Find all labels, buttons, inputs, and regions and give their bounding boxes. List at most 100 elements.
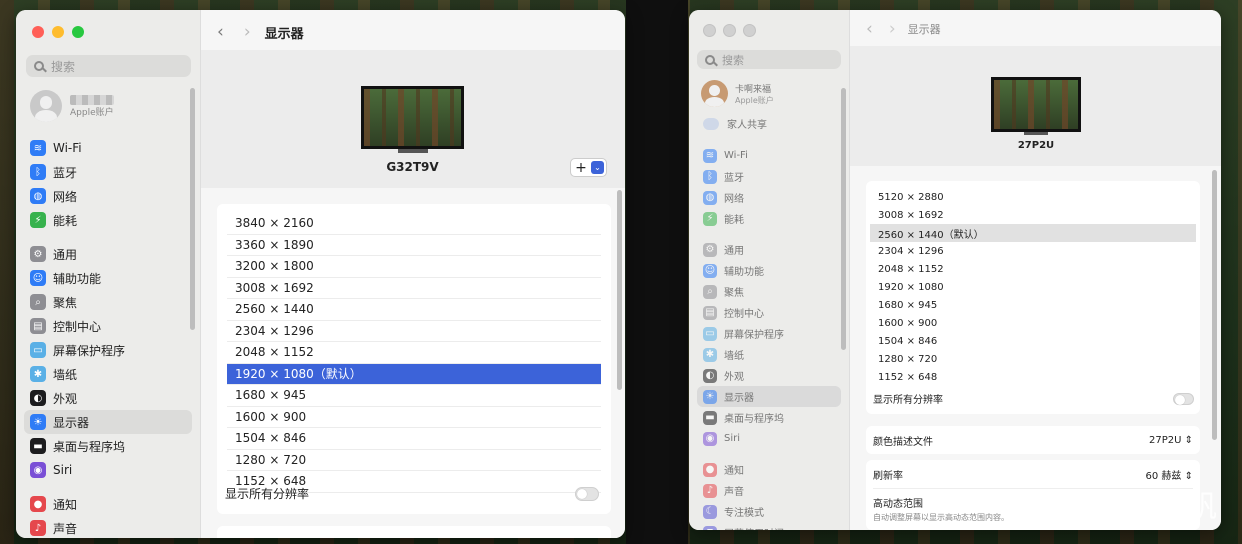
resolution-option[interactable]: 2304 × 1296	[227, 321, 601, 342]
resolution-option[interactable]: 5120 × 2880	[870, 188, 1196, 206]
zoom-button[interactable]	[72, 26, 84, 38]
sidebar-item-notifications[interactable]: ● 通知	[24, 492, 192, 516]
sidebar-item-bluetooth[interactable]: ᛒ 蓝牙	[697, 166, 841, 187]
sidebar-item-control-center[interactable]: ▤ 控制中心	[24, 314, 192, 338]
sidebar-item-sound[interactable]: ♪ 声音	[697, 480, 841, 501]
resolution-option[interactable]: 1920 × 1080（默认）	[227, 363, 601, 385]
resolution-option[interactable]: 2560 × 1440（默认）	[870, 224, 1196, 242]
resolution-option[interactable]: 3008 × 1692	[227, 278, 601, 299]
sidebar-item-battery[interactable]: ⚡ 能耗	[24, 208, 192, 232]
sidebar-item-accessibility[interactable]: ☺ 辅助功能	[697, 260, 841, 281]
forward-chevron-icon[interactable]: ›	[889, 19, 896, 39]
sidebar-item-gear[interactable]: ⚙ 通用	[24, 242, 192, 266]
show-all-toggle[interactable]	[575, 486, 599, 501]
display-thumbnail[interactable]	[991, 77, 1081, 135]
refresh-rate-label: 刷新率	[873, 470, 903, 482]
account-name: ████	[70, 94, 114, 105]
sidebar-scrollbar[interactable]	[841, 88, 846, 350]
chevron-down-icon[interactable]: ⌄	[591, 161, 604, 174]
show-all-toggle[interactable]	[1173, 392, 1194, 405]
sidebar-item-globe[interactable]: ◍ 网络	[24, 184, 192, 208]
minimize-button[interactable]	[723, 24, 736, 37]
back-chevron-icon[interactable]: ‹	[217, 22, 224, 42]
sidebar-scrollbar[interactable]	[190, 88, 195, 330]
wallpaper-icon: ✱	[703, 347, 717, 362]
close-button[interactable]	[703, 24, 716, 37]
search-input[interactable]: 搜索	[51, 58, 75, 75]
resolution-option[interactable]: 2304 × 1296	[870, 242, 1196, 260]
sidebar-item-spotlight[interactable]: ⌕ 聚焦	[697, 281, 841, 302]
minimize-button[interactable]	[52, 26, 64, 38]
sidebar-item-globe[interactable]: ◍ 网络	[697, 187, 841, 208]
close-button[interactable]	[32, 26, 44, 38]
resolution-option[interactable]: 1504 × 846	[870, 332, 1196, 350]
resolution-option[interactable]: 1600 × 900	[227, 407, 601, 428]
sidebar-item-siri[interactable]: ◉ Siri	[697, 428, 841, 449]
sidebar-item-dock[interactable]: ▬ 桌面与程序坞	[24, 434, 192, 458]
sidebar-item-label: 屏幕使用时间	[724, 525, 784, 530]
resolution-option[interactable]: 1920 × 1080	[870, 278, 1196, 296]
resolution-option[interactable]: 3200 × 1800	[227, 256, 601, 278]
sidebar-item-appearance[interactable]: ◐ 外观	[24, 386, 192, 410]
dock-icon: ▬	[30, 438, 46, 454]
resolution-option[interactable]: 1152 × 648	[870, 368, 1196, 386]
display-thumbnail[interactable]	[361, 86, 464, 153]
resolution-option[interactable]: 2048 × 1152	[870, 260, 1196, 278]
resolution-option[interactable]: 1504 × 846	[227, 428, 601, 450]
main-scrollbar[interactable]	[617, 190, 622, 390]
search-field[interactable]: 搜索	[26, 55, 191, 77]
resolution-list: 5120 × 2880 3008 × 1692 2560 × 1440（默认） 230…	[866, 181, 1200, 414]
sidebar-item-dock[interactable]: ▬ 桌面与程序坞	[697, 407, 841, 428]
add-display-control[interactable]: + ⌄	[570, 158, 607, 177]
refresh-rate-value[interactable]: 60 赫兹 ⇕	[1146, 467, 1193, 482]
sidebar-item-bluetooth[interactable]: ᛒ 蓝牙	[24, 160, 192, 184]
sidebar-item-sound[interactable]: ♪ 声音	[24, 516, 192, 538]
color-profile-row[interactable]: 颜色描述文件 27P2U ⇕	[866, 426, 1200, 454]
resolution-option[interactable]: 1680 × 945	[870, 296, 1196, 314]
sidebar-item-battery[interactable]: ⚡ 能耗	[697, 208, 841, 229]
resolution-option[interactable]: 1280 × 720	[870, 350, 1196, 368]
sidebar-item-wifi[interactable]: ≋ Wi-Fi	[24, 136, 192, 160]
sidebar-item-wifi[interactable]: ≋ Wi-Fi	[697, 145, 841, 166]
search-field[interactable]: 搜索	[697, 50, 841, 69]
sidebar-item-gear[interactable]: ⚙ 通用	[697, 239, 841, 260]
sidebar-item-display[interactable]: ☀ 显示器	[24, 410, 192, 434]
settings-window-right: 搜索 卡啊来福 Apple账户 家人共享 ≋ Wi-Fi ᛒ 蓝牙 ◍ 网络 ⚡ 能耗 ⚙ 通用 ☺…	[689, 10, 1221, 530]
resolution-option[interactable]: 3840 × 2160	[227, 213, 601, 235]
main-scrollbar[interactable]	[1212, 170, 1217, 440]
resolution-option[interactable]: 3360 × 1890	[227, 235, 601, 256]
resolution-option[interactable]: 1600 × 900	[870, 314, 1196, 332]
zoom-button[interactable]	[743, 24, 756, 37]
sidebar-item-display[interactable]: ☀ 显示器	[697, 386, 841, 407]
sidebar-item-siri[interactable]: ◉ Siri	[24, 458, 192, 482]
sidebar-item-control-center[interactable]: ▤ 控制中心	[697, 302, 841, 323]
resolution-option[interactable]: 3008 × 1692	[870, 206, 1196, 224]
resolution-option[interactable]: 1280 × 720	[227, 450, 601, 471]
color-profile-value[interactable]: 27P2U ⇕	[1149, 435, 1193, 446]
sidebar-item-accessibility[interactable]: ☺ 辅助功能	[24, 266, 192, 290]
sidebar-item-focus[interactable]: ☾ 专注模式	[697, 501, 841, 522]
sidebar-item-notifications[interactable]: ● 通知	[697, 459, 841, 480]
sidebar-item-screentime[interactable]: ⧗ 屏幕使用时间	[697, 522, 841, 530]
avatar	[701, 80, 728, 107]
forward-chevron-icon[interactable]: ›	[244, 22, 251, 42]
updown-chevron-icon: ⇕	[1184, 470, 1193, 482]
sidebar-item-appearance[interactable]: ◐ 外观	[697, 365, 841, 386]
apple-account[interactable]: 卡啊来福 Apple账户	[701, 80, 774, 107]
search-input[interactable]: 搜索	[722, 52, 744, 68]
resolution-option[interactable]: 2560 × 1440	[227, 299, 601, 321]
accessibility-icon: ☺	[30, 270, 46, 286]
add-display-button[interactable]: +	[571, 161, 591, 175]
sidebar-item-wallpaper[interactable]: ✱ 墙纸	[24, 362, 192, 386]
sidebar-item-wallpaper[interactable]: ✱ 墙纸	[697, 344, 841, 365]
sidebar-item-label: Siri	[53, 463, 73, 477]
sidebar-item-screensaver[interactable]: ▭ 屏幕保护程序	[697, 323, 841, 344]
resolution-option[interactable]: 1680 × 945	[227, 385, 601, 407]
family-sharing[interactable]: 家人共享	[703, 116, 767, 131]
resolution-option[interactable]: 2048 × 1152	[227, 342, 601, 364]
apple-account[interactable]: ████ Apple账户	[30, 90, 114, 122]
sidebar-item-spotlight[interactable]: ⌕ 聚焦	[24, 290, 192, 314]
back-chevron-icon[interactable]: ‹	[866, 19, 873, 39]
sidebar-item-screensaver[interactable]: ▭ 屏幕保护程序	[24, 338, 192, 362]
sidebar-item-label: 显示器	[53, 415, 90, 430]
